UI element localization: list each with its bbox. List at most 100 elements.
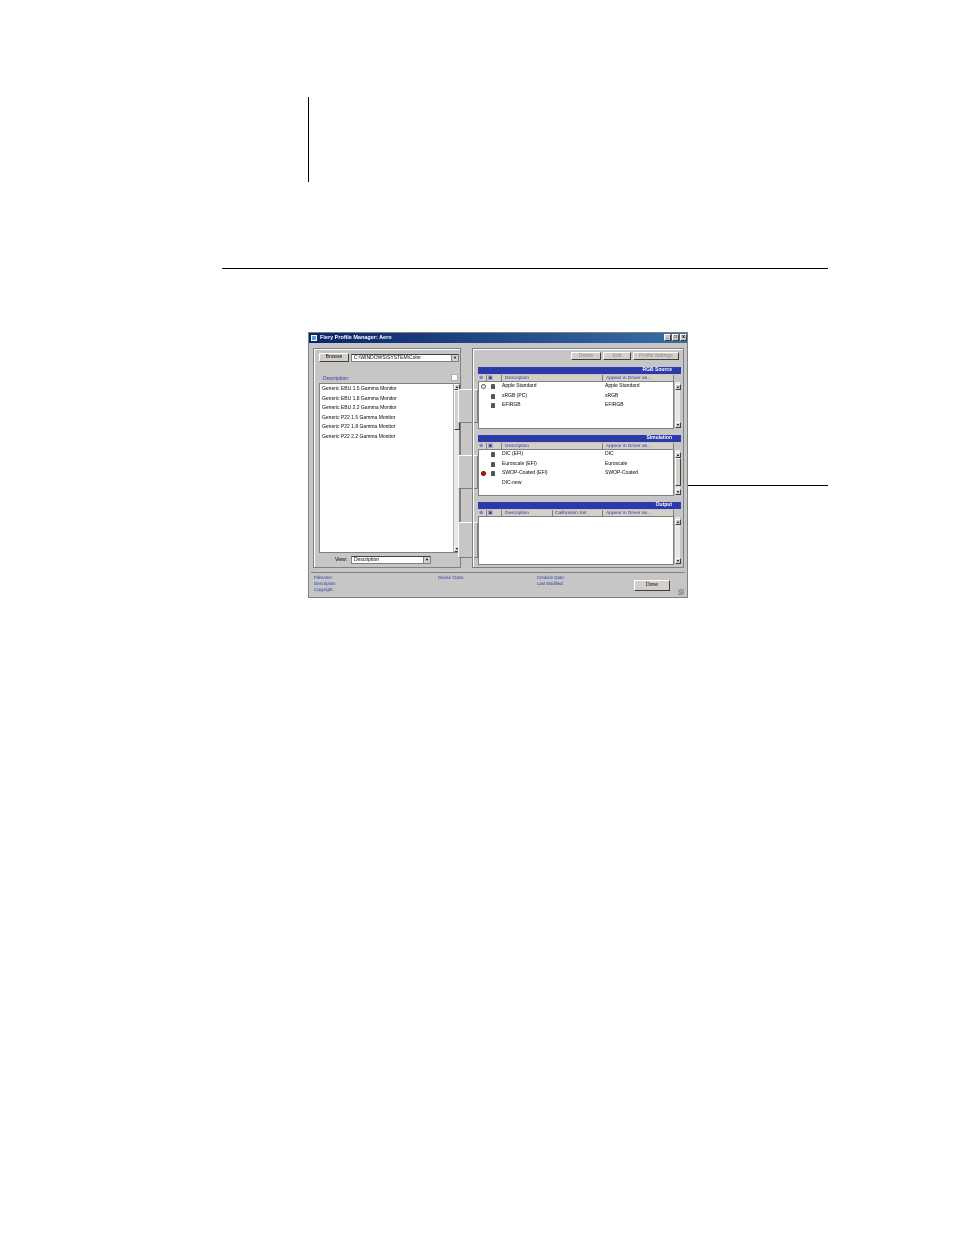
profile-description: SWOP-Coated (EFI) (502, 470, 548, 476)
list-item[interactable]: Generic EBU 2.2 Gamma Monitor (322, 404, 397, 413)
list-item[interactable]: Generic P22 1.8 Gamma Monitor (322, 423, 395, 432)
appear-in-driver-value: sRGB (605, 392, 619, 399)
rgb-source-scrollbar[interactable]: ▲ ▼ (674, 382, 681, 428)
view-dropdown[interactable]: Description ▼ (351, 556, 431, 564)
table-row[interactable]: DIC (EFI) DIC (479, 450, 673, 459)
default-star-column-icon[interactable]: ⊕ (478, 375, 487, 382)
lock-column-icon[interactable]: ▣ (487, 375, 502, 382)
title-bar[interactable]: Fiery Profile Manager: Aero _ □ x (309, 333, 687, 343)
appear-in-driver-value: SWOP-Coated (605, 470, 639, 476)
profile-description: Euroscale (EFI) (502, 460, 537, 467)
section-divider-rule (222, 268, 828, 269)
appear-in-driver-column-header[interactable]: Appear in Driver as... (603, 443, 674, 450)
margin-vertical-rule (308, 97, 309, 182)
table-row[interactable]: sRGB (PC) sRGB (479, 392, 673, 401)
scroll-up-arrow-icon[interactable]: ▲ (675, 519, 681, 525)
scroll-down-arrow-icon[interactable]: ▼ (675, 558, 681, 564)
list-item[interactable]: Generic EBU 1.5 Gamma Monitor (322, 385, 397, 394)
calibration-set-column-header[interactable]: Calibration Set (553, 510, 603, 517)
copyright-label: Copyright: (314, 587, 334, 592)
output-section: Output ⊕ ▣ Description Calibration Set A… (478, 502, 681, 566)
output-scrollbar[interactable]: ▲ ▼ (674, 517, 681, 564)
lock-icon (491, 452, 495, 457)
simulation-list[interactable]: DIC (EFI) DIC Euroscale (EFI) Euroscale SWOP… (478, 450, 681, 496)
lock-icon (491, 393, 495, 399)
list-item[interactable]: Generic EBU 1.8 Gamma Monitor (322, 395, 397, 404)
scroll-up-arrow-icon[interactable]: ▲ (675, 384, 681, 390)
table-row[interactable]: SWOP-Coated (EFI) SWOP-Coated (479, 469, 673, 478)
creation-date-label: Creation Date: (537, 575, 565, 580)
active-profile-icon[interactable] (481, 471, 486, 476)
table-row[interactable]: EFIRGB EFIRGB (479, 401, 673, 410)
table-row[interactable]: Apple Standard Apple Standard (479, 382, 673, 391)
list-item[interactable]: Generic P22 1.5 Gamma Monitor (322, 414, 395, 423)
description-column-header[interactable]: Description (502, 375, 603, 382)
lock-icon (491, 471, 495, 476)
lock-column-icon[interactable]: ▣ (487, 510, 502, 517)
minimize-button[interactable]: _ (664, 334, 671, 341)
folder-path-value: C:\WINDOWS\SYSTEM\Color (354, 355, 421, 361)
appear-in-driver-value: Euroscale (605, 460, 628, 467)
scroll-down-arrow-icon[interactable]: ▼ (675, 422, 681, 428)
profile-description: EFIRGB (502, 402, 521, 408)
table-row[interactable]: Euroscale (EFI) Euroscale (479, 460, 673, 469)
description-label: Description: (314, 581, 337, 586)
chevron-down-icon[interactable]: ▼ (451, 355, 458, 361)
profile-description: DIC-new (502, 479, 522, 486)
edit-button[interactable]: Edit (603, 352, 631, 360)
profile-description: sRGB (PC) (502, 392, 527, 399)
select-all-checkbox[interactable] (451, 374, 458, 381)
folder-path-dropdown[interactable]: C:\WINDOWS\SYSTEM\Color ▼ (351, 354, 459, 362)
delete-button[interactable]: Delete (571, 352, 601, 360)
browse-button[interactable]: Browse (319, 353, 349, 362)
rgb-source-list[interactable]: Apple Standard Apple Standard sRGB (PC) sRG… (478, 382, 681, 429)
app-icon (311, 335, 317, 341)
description-column-header[interactable]: Description (502, 443, 603, 450)
lock-icon (491, 403, 495, 408)
appear-in-driver-column-header[interactable]: Appear in Driver as... (603, 375, 674, 382)
profile-manager-window: Fiery Profile Manager: Aero _ □ x Browse… (308, 332, 688, 598)
simulation-title: Simulation (478, 435, 681, 442)
output-header-row: ⊕ ▣ Description Calibration Set Appear i… (478, 510, 674, 517)
maximize-button[interactable]: □ (672, 334, 679, 341)
resize-grip-icon[interactable] (678, 589, 684, 595)
list-item[interactable]: Generic P22 2.2 Gamma Monitor (322, 433, 395, 442)
scroll-thumb[interactable] (675, 458, 681, 486)
view-label: View: (335, 557, 348, 563)
close-button[interactable]: x (680, 334, 687, 341)
simulation-scrollbar[interactable]: ▲ ▼ (674, 450, 681, 495)
lock-icon (491, 461, 495, 467)
window-title: Fiery Profile Manager: Aero (320, 335, 392, 341)
table-row[interactable]: DIC-new (479, 479, 673, 488)
rgb-source-section: RGB Source ⊕ ▣ Description Appear in Dri… (478, 367, 681, 429)
lock-icon (491, 384, 495, 389)
default-star-column-icon[interactable]: ⊕ (478, 510, 487, 517)
profile-folder-panel: Browse C:\WINDOWS\SYSTEM\Color ▼ Descrip… (313, 348, 461, 568)
default-star-column-icon[interactable]: ⊕ (478, 443, 487, 450)
profile-file-list[interactable]: Generic EBU 1.5 Gamma Monitor Generic EBU… (319, 383, 460, 553)
profile-description: Apple Standard (502, 383, 537, 389)
profile-settings-button[interactable]: Profile Settings (633, 352, 679, 360)
view-value: Description (354, 557, 380, 563)
filename-label: Filename: (314, 575, 333, 580)
appear-in-driver-value: EFIRGB (605, 402, 624, 408)
appear-in-driver-value: Apple Standard (605, 383, 640, 389)
last-modified-label: Last Modified: (537, 581, 564, 586)
output-list[interactable]: ▲ ▼ (478, 517, 681, 565)
simulation-section: Simulation ⊕ ▣ Description Appear in Dri… (478, 435, 681, 497)
chevron-down-icon[interactable]: ▼ (423, 557, 430, 563)
done-button[interactable]: Done (634, 580, 670, 591)
scroll-down-arrow-icon[interactable]: ▼ (675, 489, 681, 495)
rgb-source-title: RGB Source (478, 367, 681, 374)
lock-column-icon[interactable]: ▣ (487, 443, 502, 450)
profile-info-bar: Filename: Description: Copyright: Device… (311, 572, 685, 596)
appear-in-driver-column-header[interactable]: Appear in Driver as... (603, 510, 674, 517)
device-class-label: Device Class: (438, 575, 465, 580)
output-title: Output (478, 502, 681, 509)
default-profile-icon[interactable] (481, 384, 486, 389)
rgb-source-header-row: ⊕ ▣ Description Appear in Driver as... (478, 375, 674, 382)
simulation-header-row: ⊕ ▣ Description Appear in Driver as... (478, 443, 674, 450)
description-column-header[interactable]: Description (502, 510, 553, 517)
description-column-header[interactable]: Description (323, 376, 348, 382)
profile-description: DIC (EFI) (502, 451, 524, 457)
